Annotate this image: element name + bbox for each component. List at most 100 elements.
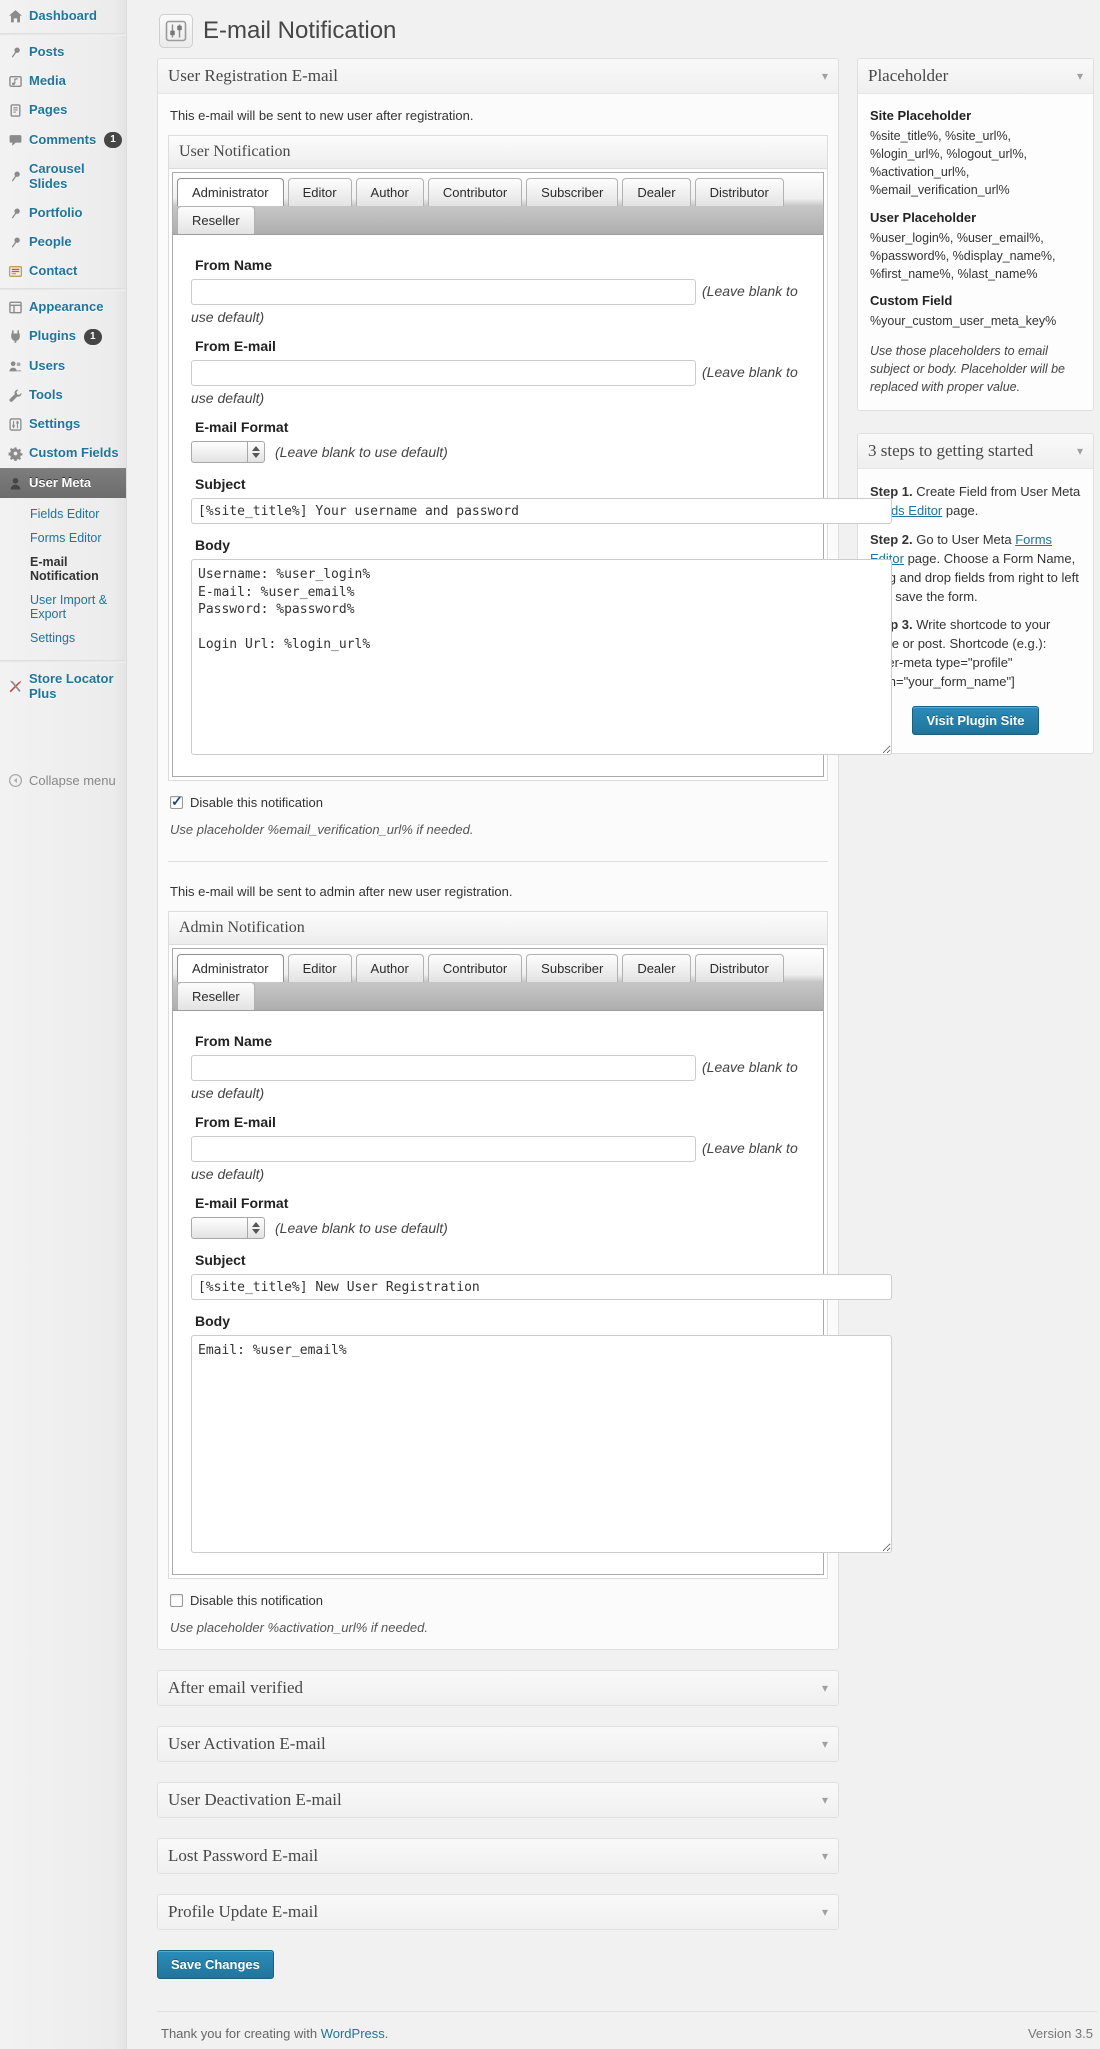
role-tab-reseller[interactable]: Reseller	[177, 206, 255, 234]
sidebar-item-plugins[interactable]: Plugins1	[0, 322, 126, 352]
subject-field: Subject	[191, 1252, 805, 1300]
step-text: Go to User Meta	[913, 532, 1016, 547]
role-tabs-row-2: Reseller	[177, 206, 819, 234]
email-format-select[interactable]	[191, 441, 265, 463]
role-tab-administrator[interactable]: Administrator	[177, 954, 284, 982]
role-tab-author[interactable]: Author	[356, 954, 424, 982]
body-textarea[interactable]	[191, 1335, 892, 1553]
wordpress-link[interactable]: WordPress	[321, 2026, 385, 2041]
sidebar-item-comments[interactable]: Comments1	[0, 125, 126, 155]
chevron-down-icon[interactable]: ▾	[822, 69, 828, 83]
placeholder-box-header[interactable]: Placeholder ▾	[858, 59, 1093, 94]
save-changes-button[interactable]: Save Changes	[157, 1950, 274, 1979]
from-email-input[interactable]	[191, 1136, 696, 1162]
role-tab-dealer[interactable]: Dealer	[622, 178, 690, 206]
collapsed-box-header[interactable]: After email verified▾	[158, 1671, 838, 1705]
email-format-field: E-mail Format (Leave blank to use defaul…	[191, 1195, 805, 1239]
chevron-down-icon[interactable]: ▾	[1077, 444, 1083, 458]
from-name-label: From Name	[195, 1033, 805, 1049]
collapsed-box-header[interactable]: User Activation E-mail▾	[158, 1727, 838, 1761]
pin-icon	[8, 235, 23, 250]
chevron-down-icon[interactable]: ▾	[822, 1681, 828, 1695]
menu-separator	[0, 33, 126, 36]
submenu-item-fields-editor[interactable]: Fields Editor	[0, 502, 126, 526]
sidebar-item-settings[interactable]: Settings	[0, 410, 126, 439]
sidebar-item-users[interactable]: Users	[0, 352, 126, 381]
role-tab-contributor[interactable]: Contributor	[428, 954, 522, 982]
sidebar-item-pages[interactable]: Pages	[0, 96, 126, 125]
role-tab-panel: From Name (Leave blank touse default) Fr…	[173, 235, 823, 776]
role-tab-editor[interactable]: Editor	[288, 954, 352, 982]
subject-input[interactable]	[191, 1274, 892, 1300]
body-field: Body	[191, 537, 805, 760]
role-tab-subscriber[interactable]: Subscriber	[526, 178, 618, 206]
visit-plugin-site-button[interactable]: Visit Plugin Site	[912, 706, 1038, 735]
role-tab-distributor[interactable]: Distributor	[695, 178, 784, 206]
sidebar-item-appearance[interactable]: Appearance	[0, 293, 126, 322]
chevron-down-icon[interactable]: ▾	[1077, 69, 1083, 83]
subject-input[interactable]	[191, 498, 892, 524]
user-registration-email-header[interactable]: User Registration E-mail ▾	[158, 59, 838, 94]
visit-plugin-row: Visit Plugin Site	[870, 706, 1081, 735]
role-tab-subscriber[interactable]: Subscriber	[526, 954, 618, 982]
media-icon	[8, 74, 23, 89]
sidebar-item-media[interactable]: Media	[0, 67, 126, 96]
submenu-item-forms-editor[interactable]: Forms Editor	[0, 526, 126, 550]
getting-started-content: Step 1. Create Field from User Meta Fiel…	[858, 469, 1093, 752]
role-tabs-row-1: AdministratorEditorAuthorContributorSubs…	[177, 178, 819, 206]
collapsed-box-header[interactable]: Profile Update E-mail▾	[158, 1895, 838, 1929]
role-tab-editor[interactable]: Editor	[288, 178, 352, 206]
disable-notification-label: Disable this notification	[190, 1593, 323, 1608]
chevron-down-icon[interactable]: ▾	[822, 1793, 828, 1807]
sidebar-item-dashboard[interactable]: Dashboard	[0, 2, 126, 31]
chevron-down-icon[interactable]: ▾	[822, 1737, 828, 1751]
disable-notification-row[interactable]: Disable this notification	[170, 795, 830, 810]
sidebar-item-carousel-slides[interactable]: Carousel Slides	[0, 155, 126, 199]
sidebar-item-people[interactable]: People	[0, 228, 126, 257]
gear-icon	[8, 446, 23, 461]
getting-started-header[interactable]: 3 steps to getting started ▾	[858, 434, 1093, 469]
email-format-select[interactable]	[191, 1217, 265, 1239]
role-tab-distributor[interactable]: Distributor	[695, 954, 784, 982]
role-tab-contributor[interactable]: Contributor	[428, 178, 522, 206]
user-placeholder-values: %user_login%, %user_email%, %password%, …	[870, 229, 1081, 283]
from-name-input[interactable]	[191, 279, 696, 305]
submenu-item-settings[interactable]: Settings	[0, 626, 126, 650]
sidebar-item-label: Tools	[29, 388, 63, 403]
admin-sidebar: Dashboard PostsMediaPagesComments1Carouse…	[0, 0, 127, 2049]
sidebar-item-custom-fields[interactable]: Custom Fields	[0, 439, 126, 468]
role-tab-author[interactable]: Author	[356, 178, 424, 206]
submenu-item-e-mail-notification[interactable]: E-mail Notification	[0, 550, 126, 588]
disable-notification-checkbox[interactable]	[170, 1594, 183, 1607]
submenu-item-user-import-export[interactable]: User Import & Export	[0, 588, 126, 626]
disable-notification-checkbox[interactable]	[170, 796, 183, 809]
collapsed-box-profile-update-e-mail: Profile Update E-mail▾	[157, 1894, 839, 1930]
from-email-label: From E-mail	[195, 338, 805, 354]
chevron-down-icon[interactable]: ▾	[822, 1905, 828, 1919]
sidebar-item-contact[interactable]: Contact	[0, 257, 126, 286]
disable-notification-row[interactable]: Disable this notification	[170, 1593, 830, 1608]
body-textarea[interactable]	[191, 559, 892, 755]
select-stepper-icon	[247, 442, 264, 462]
role-tabs-nav: AdministratorEditorAuthorContributorSubs…	[173, 949, 823, 1011]
custom-field-values: %your_custom_user_meta_key%	[870, 312, 1081, 330]
collapsed-box-header[interactable]: Lost Password E-mail▾	[158, 1839, 838, 1873]
sidebar-item-store-locator-plus[interactable]: Store Locator Plus	[0, 665, 126, 709]
collapsed-box-header[interactable]: User Deactivation E-mail▾	[158, 1783, 838, 1817]
collapse-menu-label: Collapse menu	[29, 773, 116, 788]
from-name-input[interactable]	[191, 1055, 696, 1081]
sidebar-item-tools[interactable]: Tools	[0, 381, 126, 410]
footer-thanks-text: Thank you for creating with	[161, 2026, 321, 2041]
from-email-input[interactable]	[191, 360, 696, 386]
sidebar-item-portfolio[interactable]: Portfolio	[0, 199, 126, 228]
from-name-field: From Name (Leave blank touse default)	[191, 257, 805, 325]
sidebar-item-posts[interactable]: Posts	[0, 38, 126, 67]
pin-icon	[8, 169, 23, 184]
role-tab-dealer[interactable]: Dealer	[622, 954, 690, 982]
box-title: 3 steps to getting started	[868, 441, 1033, 461]
role-tab-reseller[interactable]: Reseller	[177, 982, 255, 1010]
chevron-down-icon[interactable]: ▾	[822, 1849, 828, 1863]
role-tab-administrator[interactable]: Administrator	[177, 178, 284, 206]
collapse-menu-button[interactable]: Collapse menu	[0, 767, 126, 794]
sidebar-item-user-meta[interactable]: User Meta	[0, 468, 126, 498]
